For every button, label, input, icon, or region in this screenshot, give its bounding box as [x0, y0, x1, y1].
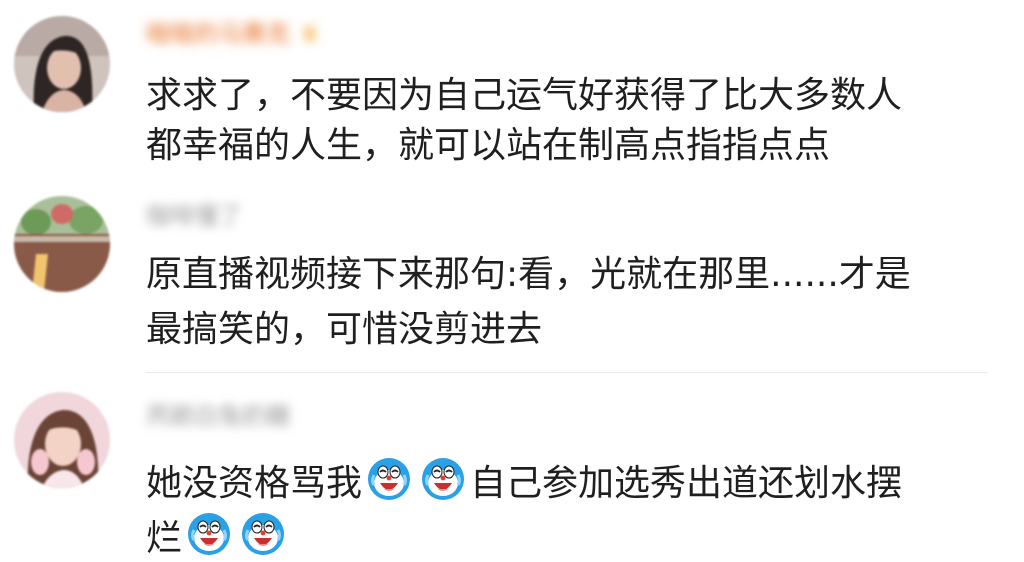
- username[interactable]: 暗暗的马赛克 ♛: [146, 14, 320, 54]
- comment-text-line: 原直播视频接下来那句:看，光就在那里......才是: [146, 254, 911, 295]
- comment-divider: [146, 372, 988, 373]
- doraemon-crying-laugh-icon: [365, 455, 413, 503]
- avatar[interactable]: [14, 16, 110, 112]
- comment-text-line: 最搞笑的，可惜没剪进去: [146, 309, 543, 350]
- doraemon-crying-laugh-icon: [419, 455, 467, 503]
- username-text: 芮颖白兔奶糖: [146, 402, 290, 430]
- username-text: 咖啡懂了: [146, 202, 242, 230]
- avatar[interactable]: [14, 196, 110, 292]
- avatar[interactable]: [14, 392, 110, 488]
- comment-thread: 暗暗的马赛克 ♛ 求求了，不要因为自己运气好获得了比大多数人 都幸福的人生，就可以…: [0, 0, 1024, 562]
- doraemon-crying-laugh-icon: [185, 510, 233, 558]
- comment-text-segment: 烂: [146, 518, 183, 559]
- doraemon-crying-laugh-icon: [239, 510, 287, 558]
- username-text: 暗暗的马赛克: [146, 20, 290, 48]
- comment-text-segment: 她没资格骂我: [146, 463, 363, 504]
- crown-icon: ♛: [300, 22, 320, 47]
- comment-text-line: 求求了，不要因为自己运气好获得了比大多数人: [146, 75, 903, 116]
- comment-text-line: 都幸福的人生，就可以站在制高点指指点点: [146, 125, 831, 166]
- comment-text-segment: 自己参加选秀出道还划水摆: [470, 463, 903, 504]
- comment-text-line: 她没资格骂我 自己参加选秀出道还划水摆: [146, 455, 902, 504]
- username[interactable]: 咖啡懂了: [146, 196, 242, 236]
- username[interactable]: 芮颖白兔奶糖: [146, 396, 290, 436]
- comment-text-line: 烂: [146, 510, 290, 559]
